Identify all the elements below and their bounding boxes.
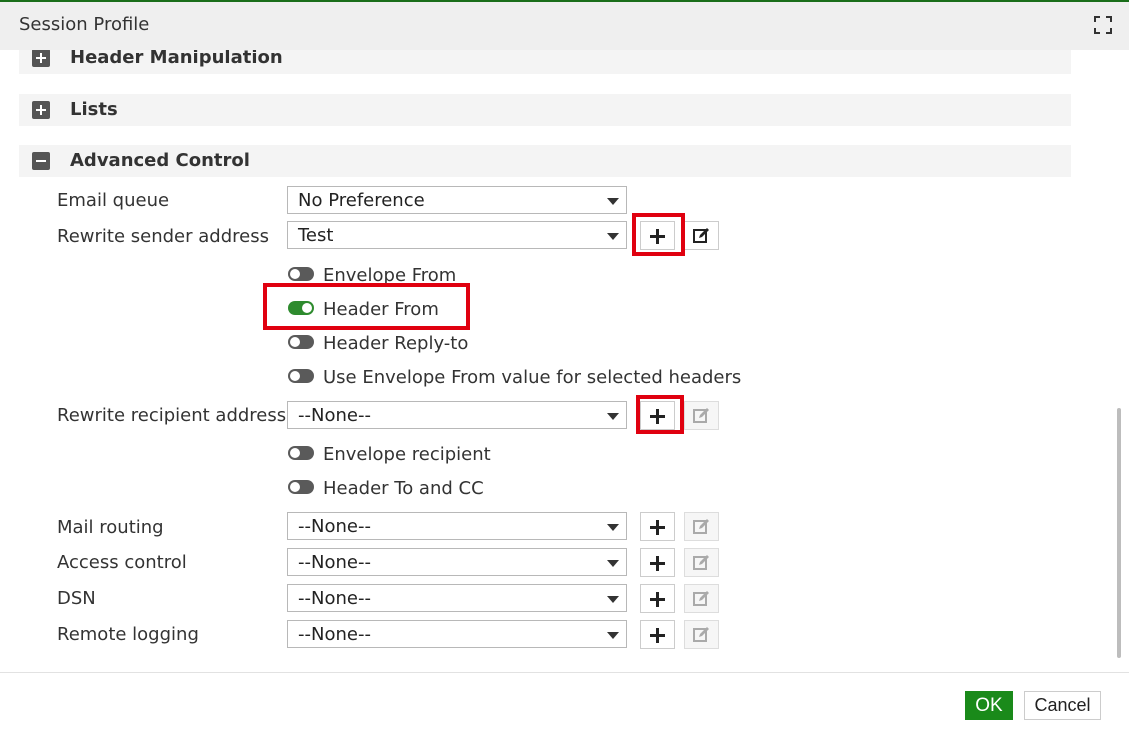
access-control-label: Access control — [57, 552, 187, 573]
section-header-manipulation[interactable]: Header Manipulation — [19, 50, 1071, 74]
header-reply-to-toggle[interactable] — [288, 335, 314, 349]
chevron-down-icon — [607, 198, 619, 205]
edit-icon — [693, 519, 709, 534]
edit-icon — [693, 591, 709, 606]
envelope-recipient-label: Envelope recipient — [323, 444, 491, 465]
select-value: No Preference — [298, 190, 425, 211]
edit-icon — [693, 228, 709, 243]
chevron-down-icon — [607, 524, 619, 531]
add-access-control-button[interactable] — [640, 548, 675, 577]
select-value: Test — [298, 225, 334, 246]
select-value: --None-- — [298, 516, 371, 537]
mail-routing-select[interactable]: --None-- — [287, 512, 627, 540]
chevron-down-icon — [607, 596, 619, 603]
rewrite-recipient-label: Rewrite recipient address — [57, 405, 287, 426]
section-label: Lists — [70, 99, 118, 120]
add-mail-routing-button[interactable] — [640, 512, 675, 541]
highlight-box — [632, 213, 685, 256]
rewrite-sender-label: Rewrite sender address — [57, 226, 269, 247]
edit-icon — [693, 555, 709, 570]
add-dsn-button[interactable] — [640, 584, 675, 613]
section-label: Advanced Control — [70, 150, 250, 171]
dialog-title: Session Profile — [19, 14, 150, 35]
select-value: --None-- — [298, 405, 371, 426]
rewrite-recipient-select[interactable]: --None-- — [287, 401, 627, 429]
chevron-down-icon — [607, 233, 619, 240]
chevron-down-icon — [607, 632, 619, 639]
section-label: Header Manipulation — [70, 50, 283, 68]
dialog-content: Header Manipulation Lists Advanced Contr… — [0, 50, 1129, 672]
edit-remote-logging-button[interactable] — [684, 620, 719, 649]
header-reply-to-label: Header Reply-to — [323, 333, 469, 354]
select-value: --None-- — [298, 624, 371, 645]
header-to-cc-label: Header To and CC — [323, 478, 484, 499]
highlight-box — [636, 395, 684, 434]
cancel-button[interactable]: Cancel — [1024, 691, 1101, 720]
rewrite-sender-select[interactable]: Test — [287, 221, 627, 249]
dialog-footer: OK Cancel — [0, 672, 1129, 741]
remote-logging-select[interactable]: --None-- — [287, 620, 627, 648]
section-lists[interactable]: Lists — [19, 94, 1071, 126]
header-to-cc-toggle[interactable] — [288, 480, 314, 494]
edit-rewrite-sender-button[interactable] — [684, 221, 719, 250]
use-envelope-from-label: Use Envelope From value for selected hea… — [323, 367, 742, 388]
edit-rewrite-recipient-button[interactable] — [684, 401, 719, 430]
use-envelope-from-toggle[interactable] — [288, 369, 314, 383]
envelope-recipient-toggle[interactable] — [288, 446, 314, 460]
edit-mail-routing-button[interactable] — [684, 512, 719, 541]
select-value: --None-- — [298, 588, 371, 609]
email-queue-select[interactable]: No Preference — [287, 186, 627, 214]
dialog-titlebar: Session Profile — [0, 2, 1129, 50]
section-advanced-control[interactable]: Advanced Control — [19, 145, 1071, 177]
edit-access-control-button[interactable] — [684, 548, 719, 577]
maximize-icon[interactable] — [1094, 16, 1112, 34]
add-remote-logging-button[interactable] — [640, 620, 675, 649]
expand-icon[interactable] — [32, 101, 50, 119]
collapse-icon[interactable] — [32, 152, 50, 170]
remote-logging-label: Remote logging — [57, 624, 199, 645]
dsn-select[interactable]: --None-- — [287, 584, 627, 612]
scrollbar[interactable] — [1117, 408, 1121, 658]
ok-button[interactable]: OK — [965, 691, 1013, 720]
chevron-down-icon — [607, 413, 619, 420]
chevron-down-icon — [607, 560, 619, 567]
highlight-box — [263, 283, 470, 330]
session-profile-dialog: Session Profile Header Manipulation List… — [0, 0, 1129, 741]
edit-icon — [693, 408, 709, 423]
dsn-label: DSN — [57, 588, 96, 609]
access-control-select[interactable]: --None-- — [287, 548, 627, 576]
mail-routing-label: Mail routing — [57, 517, 164, 538]
edit-dsn-button[interactable] — [684, 584, 719, 613]
expand-icon[interactable] — [32, 50, 50, 67]
edit-icon — [693, 627, 709, 642]
select-value: --None-- — [298, 552, 371, 573]
envelope-from-toggle[interactable] — [288, 267, 314, 281]
email-queue-label: Email queue — [57, 190, 170, 211]
